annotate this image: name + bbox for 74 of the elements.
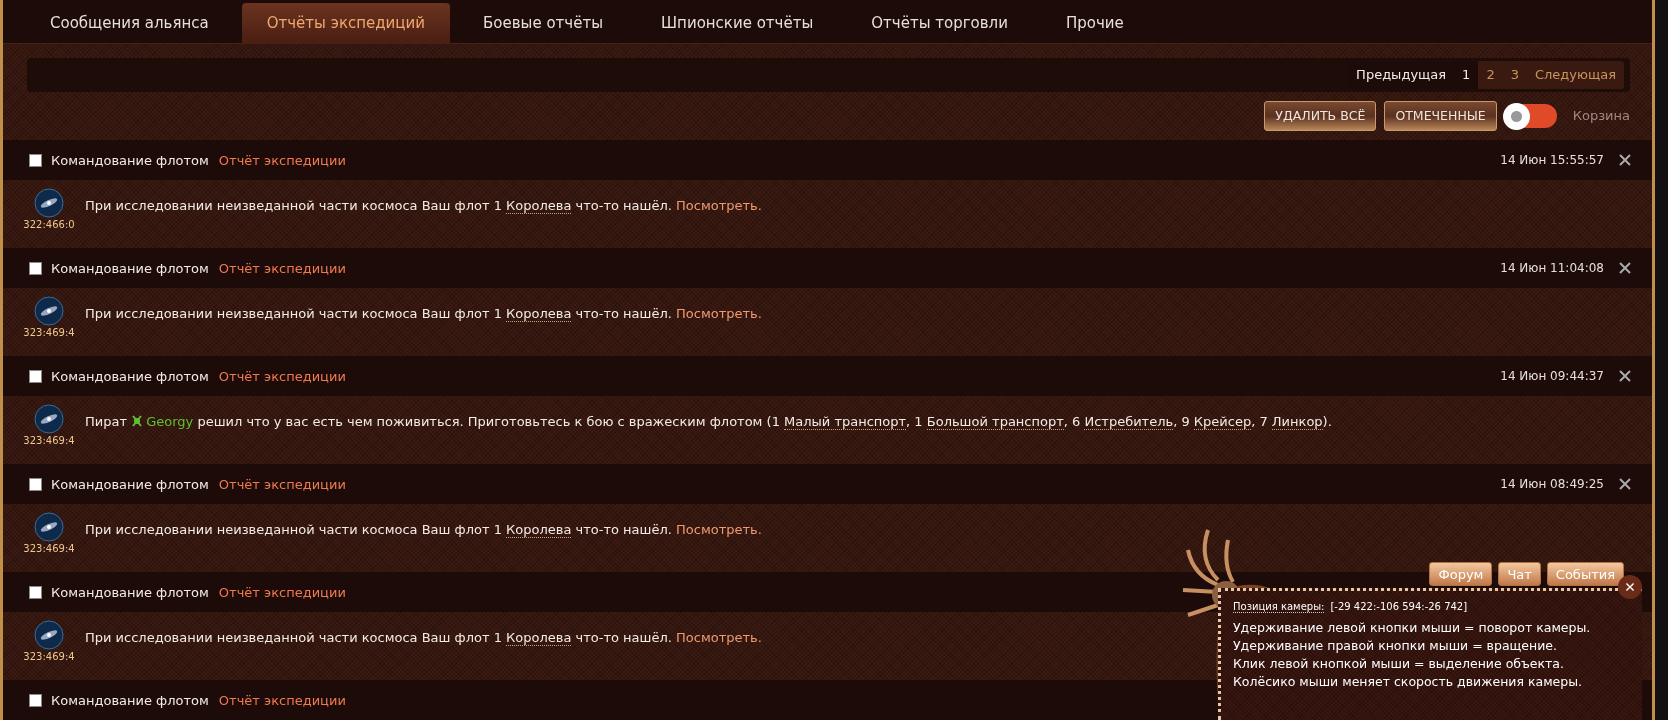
sender: Командование флотом	[51, 476, 209, 492]
message-text: Пират Georgy решил что у вас есть чем поживиться. Приготовьтесь к бою с вражеским флотом (1 Малый транспорт, 1 Большой транспорт, 6 Истребитель, 9 Крейсер, 7 Линкор).	[85, 414, 1332, 429]
subject: Отчёт экспедиции	[218, 584, 346, 600]
ship-link[interactable]: Большой транспорт	[926, 414, 1064, 430]
checkbox[interactable]	[29, 693, 42, 707]
checkbox[interactable]	[29, 261, 42, 275]
message-text: При исследовании неизведанной части космоса Ваш флот 1 Королева что-то нашёл. Посмотреть.	[85, 522, 762, 537]
checkbox[interactable]	[29, 585, 42, 599]
next-link[interactable]: Следующая	[1526, 61, 1624, 89]
message-time: 14 Июн 08:49:25	[1500, 477, 1604, 491]
ship-link[interactable]: Королева	[506, 522, 572, 538]
camera-value: [-29 422:-106 594:-26 742]	[1330, 601, 1468, 613]
message-text: При исследовании неизведанной части космоса Ваш флот 1 Королева что-то нашёл. Посмотреть.	[85, 306, 762, 321]
action-button[interactable]: ОТМЕЧЕННЫЕ	[1384, 100, 1497, 131]
ship-link[interactable]: Малый транспорт	[784, 414, 907, 430]
coordinates: 323:469:4	[23, 543, 75, 554]
help-line: Колёсико мыши меняет скорость движения камеры.	[1233, 674, 1584, 689]
trash-toggle[interactable]	[1504, 103, 1557, 128]
page-link[interactable]: 2	[1478, 61, 1503, 89]
camera-label: Позиция камеры:	[1233, 601, 1325, 613]
subject: Отчёт экспедиции	[218, 260, 346, 276]
player-link[interactable]: Georgy	[146, 414, 194, 429]
message-time: 14 Июн 09:44:37	[1500, 369, 1604, 383]
tab[interactable]: Отчёты торговли	[846, 3, 1033, 44]
subject: Отчёт экспедиции	[218, 368, 346, 384]
tab[interactable]: Прочие	[1040, 3, 1149, 44]
message-time: 14 Июн 11:04:08	[1500, 261, 1604, 275]
previous-link[interactable]: Предыдущая	[1348, 61, 1455, 89]
ship-link[interactable]: Королева	[506, 306, 572, 322]
close-icon[interactable]	[1618, 369, 1632, 383]
tab[interactable]: Сообщения альянса	[25, 3, 234, 44]
galaxy-icon	[34, 404, 64, 434]
coordinates: 323:469:4	[23, 435, 75, 446]
toggle-label: Корзина	[1572, 108, 1630, 124]
subject: Отчёт экспедиции	[218, 692, 346, 708]
action-button[interactable]: УДАЛИТЬ ВСЁ	[1264, 100, 1377, 131]
close-icon[interactable]	[1618, 261, 1632, 275]
page-link[interactable]: 3	[1502, 61, 1527, 89]
help-line: Удерживание правой кнопки мыши = вращение.	[1233, 638, 1558, 653]
sender: Командование флотом	[51, 260, 209, 276]
galaxy-icon	[34, 188, 64, 218]
ship-link[interactable]: Королева	[506, 630, 572, 646]
galaxy-icon	[34, 512, 64, 542]
subject: Отчёт экспедиции	[218, 152, 346, 168]
tab[interactable]: Шпионские отчёты	[636, 3, 839, 44]
close-icon[interactable]	[1618, 153, 1632, 167]
view-link[interactable]: Посмотреть.	[676, 522, 762, 537]
view-link[interactable]: Посмотреть.	[676, 306, 762, 321]
coordinates: 322:466:0	[23, 219, 75, 230]
ship-link[interactable]: Королева	[506, 198, 572, 214]
galaxy-icon	[34, 620, 64, 650]
sender: Командование флотом	[51, 584, 209, 600]
view-link[interactable]: Посмотреть.	[676, 198, 762, 213]
close-icon[interactable]	[1618, 477, 1632, 491]
sender: Командование флотом	[51, 692, 209, 708]
checkbox[interactable]	[29, 477, 42, 491]
page-link[interactable]: 1	[1454, 61, 1479, 89]
galaxy-icon	[34, 296, 64, 326]
message-text: При исследовании неизведанной части космоса Ваш флот 1 Королева что-то нашёл. Посмотреть.	[85, 630, 762, 645]
checkbox[interactable]	[29, 153, 42, 167]
view-link[interactable]: Посмотреть.	[676, 630, 762, 645]
help-line: Клик левой кнопкой мыши = выделение объекта.	[1233, 656, 1565, 671]
ship-link[interactable]: Линкор	[1271, 414, 1323, 430]
sender: Командование флотом	[51, 152, 209, 168]
tab[interactable]: Боевые отчёты	[458, 3, 629, 44]
coordinates: 323:469:4	[23, 651, 75, 662]
help-line: Удерживание левой кнопки мыши = поворот камеры.	[1233, 620, 1592, 635]
coordinates: 323:469:4	[23, 327, 75, 338]
checkbox[interactable]	[29, 369, 42, 383]
sender: Командование флотом	[51, 368, 209, 384]
tab[interactable]: Отчёты экспедиций	[241, 3, 451, 44]
message-time: 14 Июн 15:55:57	[1500, 153, 1604, 167]
subject: Отчёт экспедиции	[218, 476, 346, 492]
message-text: При исследовании неизведанной части космоса Ваш флот 1 Королева что-то нашёл. Посмотреть.	[85, 198, 762, 213]
